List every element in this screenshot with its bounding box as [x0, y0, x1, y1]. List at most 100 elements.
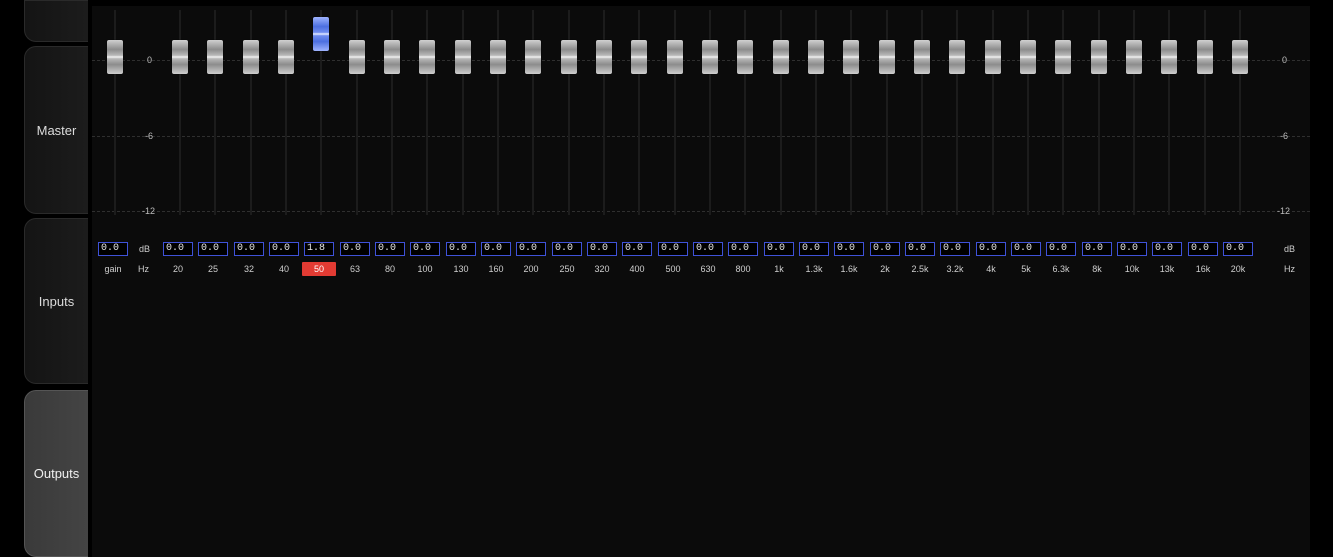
band-gain-value-field[interactable]: 0.0 — [870, 242, 900, 256]
band-fader — [1223, 6, 1257, 216]
band-frequency-label[interactable]: 8k — [1080, 262, 1114, 276]
band-gain-value-field[interactable]: 0.0 — [375, 242, 405, 256]
band-fader-knob[interactable] — [207, 40, 223, 74]
tab-outputs[interactable]: Outputs — [24, 390, 88, 557]
band-fader-knob[interactable] — [773, 40, 789, 74]
band-gain-value-field[interactable]: 0.0 — [1188, 242, 1218, 256]
band-gain-value-field[interactable]: 1.8 — [304, 242, 334, 256]
band-frequency-label[interactable]: 400 — [620, 262, 654, 276]
band-gain-value-field[interactable]: 0.0 — [693, 242, 723, 256]
band-fader-knob[interactable] — [702, 40, 718, 74]
band-gain-value-field[interactable]: 0.0 — [905, 242, 935, 256]
band-fader-knob[interactable] — [313, 17, 329, 51]
band-frequency-label[interactable]: 630 — [691, 262, 725, 276]
band-frequency-label[interactable]: 40 — [267, 262, 301, 276]
band-fader-knob[interactable] — [879, 40, 895, 74]
gain-fader-knob[interactable] — [107, 40, 123, 74]
band-frequency-label[interactable]: 3.2k — [938, 262, 972, 276]
band-fader-knob[interactable] — [631, 40, 647, 74]
band-fader-knob[interactable] — [914, 40, 930, 74]
band-gain-value-field[interactable]: 0.0 — [976, 242, 1006, 256]
band-fader-knob[interactable] — [985, 40, 1001, 74]
band-fader-knob[interactable] — [349, 40, 365, 74]
band-gain-value-field[interactable]: 0.0 — [1152, 242, 1182, 256]
band-fader-knob[interactable] — [1091, 40, 1107, 74]
tab-master[interactable]: Master — [24, 46, 88, 214]
band-frequency-label[interactable]: 20 — [161, 262, 195, 276]
band-frequency-label[interactable]: 1.3k — [797, 262, 831, 276]
band-frequency-label[interactable]: 2.5k — [903, 262, 937, 276]
band-frequency-label[interactable]: 63 — [338, 262, 372, 276]
band-fader-knob[interactable] — [808, 40, 824, 74]
band-frequency-label[interactable]: 2k — [868, 262, 902, 276]
band-frequency-label[interactable]: 25 — [196, 262, 230, 276]
band-fader-knob[interactable] — [384, 40, 400, 74]
band-frequency-label[interactable]: 16k — [1186, 262, 1220, 276]
band-frequency-label[interactable]: 13k — [1150, 262, 1184, 276]
band-gain-value-field[interactable]: 0.0 — [410, 242, 440, 256]
band-fader-knob[interactable] — [278, 40, 294, 74]
band-gain-value-field[interactable]: 0.0 — [552, 242, 582, 256]
band-gain-value-field[interactable]: 0.0 — [764, 242, 794, 256]
band-gain-value-field[interactable]: 0.0 — [234, 242, 264, 256]
band-fader-knob[interactable] — [455, 40, 471, 74]
band-gain-value-field[interactable]: 0.0 — [1046, 242, 1076, 256]
band-frequency-label[interactable]: 4k — [974, 262, 1008, 276]
band-fader-knob[interactable] — [1197, 40, 1213, 74]
band-gain-value-field[interactable]: 0.0 — [1117, 242, 1147, 256]
band-frequency-label[interactable]: 250 — [550, 262, 584, 276]
band-gain-value-field[interactable]: 0.0 — [163, 242, 193, 256]
band-frequency-label[interactable]: 320 — [585, 262, 619, 276]
band-fader-knob[interactable] — [737, 40, 753, 74]
band-gain-value-field[interactable]: 0.0 — [622, 242, 652, 256]
band-gain-value-field[interactable]: 0.0 — [1011, 242, 1041, 256]
band-gain-value-field[interactable]: 0.0 — [1223, 242, 1253, 256]
band-gain-value-field[interactable]: 0.0 — [940, 242, 970, 256]
band-fader-knob[interactable] — [596, 40, 612, 74]
tab-inputs[interactable]: Inputs — [24, 218, 88, 384]
band-fader-knob[interactable] — [561, 40, 577, 74]
band-fader-knob[interactable] — [1161, 40, 1177, 74]
band-fader-knob[interactable] — [1126, 40, 1142, 74]
band-fader-knob[interactable] — [525, 40, 541, 74]
band-fader-knob[interactable] — [419, 40, 435, 74]
band-gain-value-field[interactable]: 0.0 — [834, 242, 864, 256]
band-frequency-label[interactable]: 32 — [232, 262, 266, 276]
band-frequency-label[interactable]: 50 — [302, 262, 336, 276]
band-fader — [481, 6, 515, 216]
band-fader-knob[interactable] — [1055, 40, 1071, 74]
band-fader-knob[interactable] — [1232, 40, 1248, 74]
band-frequency-label[interactable]: 6.3k — [1044, 262, 1078, 276]
band-frequency-label[interactable]: 1k — [762, 262, 796, 276]
band-frequency-label[interactable]: 100 — [408, 262, 442, 276]
band-fader-knob[interactable] — [172, 40, 188, 74]
band-gain-value-field[interactable]: 0.0 — [269, 242, 299, 256]
band-gain-value-field[interactable]: 0.0 — [481, 242, 511, 256]
band-frequency-label[interactable]: 5k — [1009, 262, 1043, 276]
band-fader-knob[interactable] — [843, 40, 859, 74]
band-frequency-label[interactable]: 130 — [444, 262, 478, 276]
band-frequency-label[interactable]: 10k — [1115, 262, 1149, 276]
band-gain-value-field[interactable]: 0.0 — [587, 242, 617, 256]
band-gain-value-field[interactable]: 0.0 — [340, 242, 370, 256]
gain-value-field[interactable]: 0.0 — [98, 242, 128, 256]
band-frequency-label[interactable]: 200 — [514, 262, 548, 276]
band-fader-knob[interactable] — [243, 40, 259, 74]
band-gain-value-field[interactable]: 0.0 — [1082, 242, 1112, 256]
band-frequency-label[interactable]: 80 — [373, 262, 407, 276]
band-fader-knob[interactable] — [949, 40, 965, 74]
band-gain-value-field[interactable]: 0.0 — [198, 242, 228, 256]
band-frequency-label[interactable]: 500 — [656, 262, 690, 276]
band-fader-knob[interactable] — [667, 40, 683, 74]
band-gain-value-field[interactable]: 0.0 — [728, 242, 758, 256]
band-fader-knob[interactable] — [1020, 40, 1036, 74]
band-frequency-label[interactable]: 1.6k — [832, 262, 866, 276]
band-gain-value-field[interactable]: 0.0 — [799, 242, 829, 256]
band-frequency-label[interactable]: 160 — [479, 262, 513, 276]
band-frequency-label[interactable]: 800 — [726, 262, 760, 276]
band-frequency-label[interactable]: 20k — [1221, 262, 1255, 276]
band-fader-knob[interactable] — [490, 40, 506, 74]
band-gain-value-field[interactable]: 0.0 — [658, 242, 688, 256]
band-gain-value-field[interactable]: 0.0 — [516, 242, 546, 256]
band-gain-value-field[interactable]: 0.0 — [446, 242, 476, 256]
